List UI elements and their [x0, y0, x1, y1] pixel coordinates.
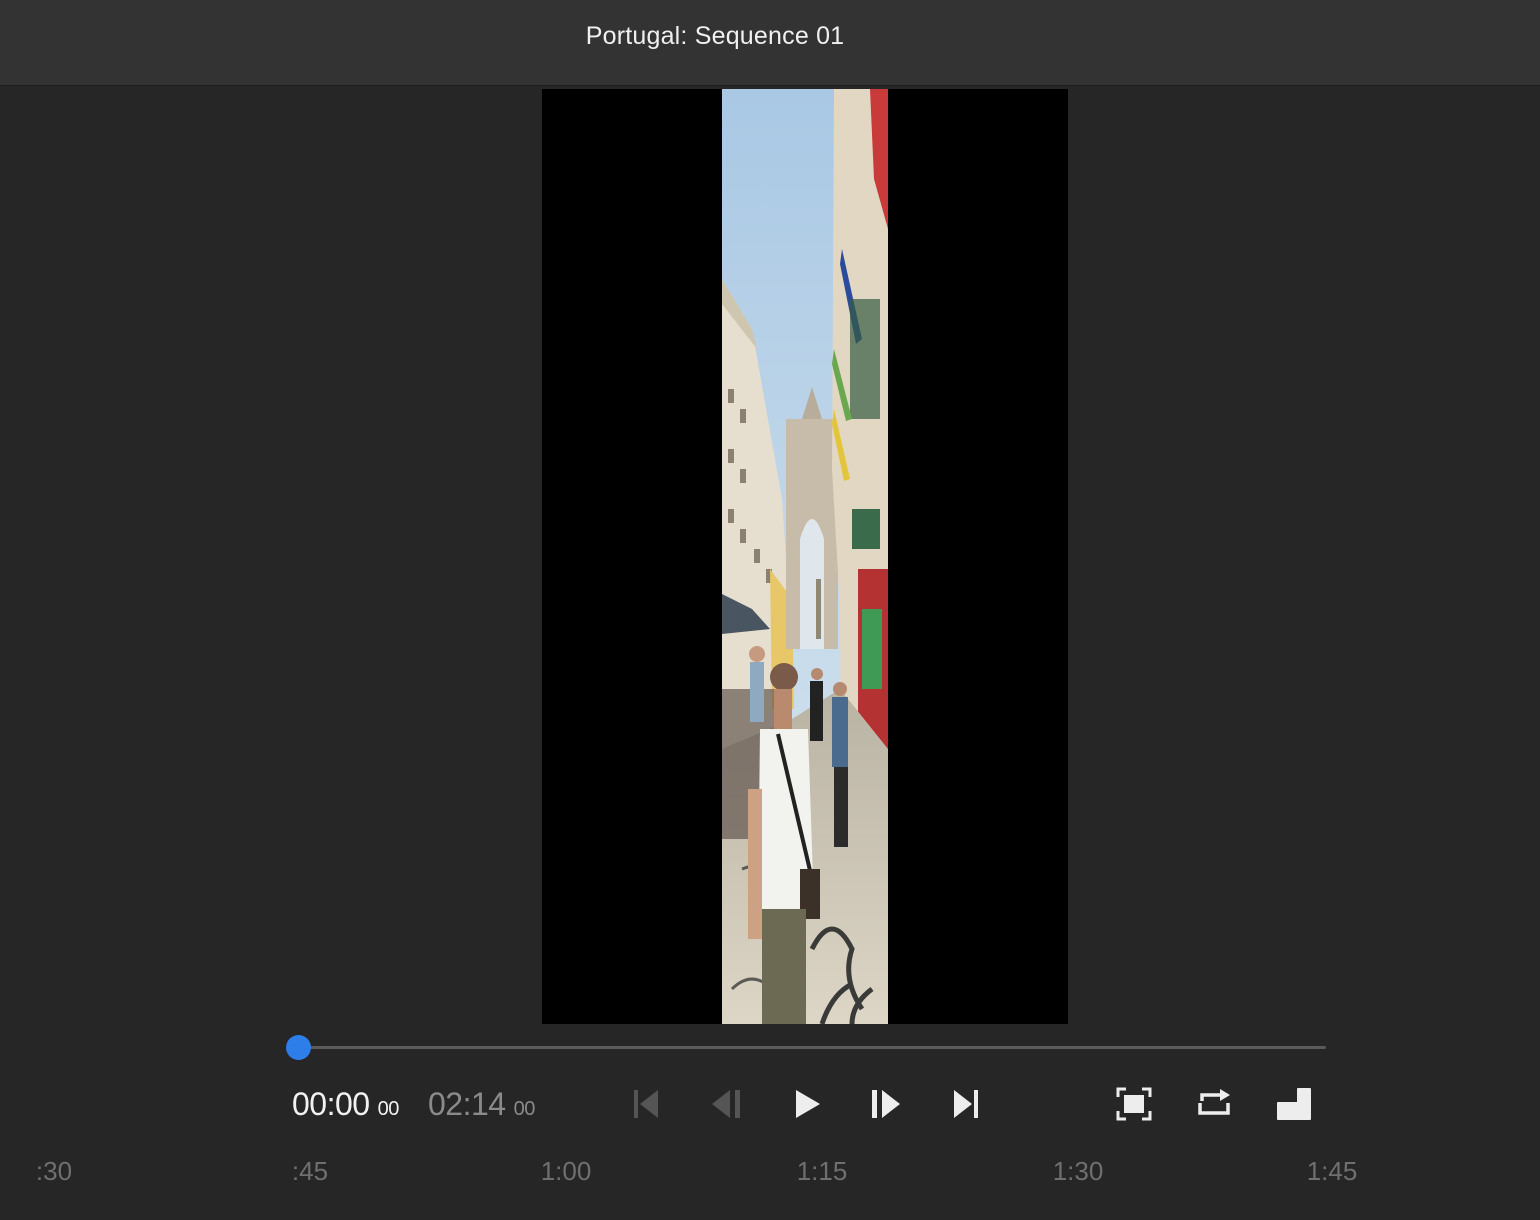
fit-frame-button[interactable]	[1114, 1084, 1154, 1124]
playhead-handle[interactable]	[285, 1035, 311, 1060]
play-button[interactable]	[786, 1084, 826, 1124]
export-frame-button[interactable]	[1274, 1084, 1314, 1124]
go-to-start-button[interactable]	[626, 1084, 666, 1124]
fit-frame-icon	[1116, 1087, 1152, 1121]
street-scene-image	[722, 89, 888, 1024]
duration-frames: 00	[513, 1098, 536, 1120]
export-frame-icon	[1277, 1088, 1311, 1120]
step-forward-button[interactable]	[866, 1084, 906, 1124]
program-monitor[interactable]	[542, 89, 1068, 1024]
step-forward-icon	[872, 1090, 900, 1118]
ruler-label: 1:30	[1052, 1156, 1104, 1186]
ruler-label: 1:45	[1306, 1156, 1358, 1186]
current-time: 00:00	[292, 1086, 370, 1122]
ruler-label: :45	[291, 1156, 329, 1186]
timeline-scrubber[interactable]	[298, 1046, 1326, 1049]
ruler-label: 1:00	[540, 1156, 592, 1186]
play-icon	[796, 1090, 820, 1118]
loop-icon	[1198, 1089, 1230, 1115]
go-to-end-button[interactable]	[946, 1084, 986, 1124]
ruler-label: :30	[35, 1156, 73, 1186]
skip-to-end-icon	[954, 1090, 978, 1118]
window-title: Portugal: Sequence 01	[585, 22, 845, 50]
current-frames: 00	[377, 1098, 400, 1120]
title-bar: Portugal: Sequence 01	[0, 0, 1540, 86]
duration-timecode: 02:14 00	[428, 1086, 535, 1123]
current-timecode[interactable]: 00:00 00	[292, 1086, 399, 1123]
skip-to-start-icon	[634, 1090, 658, 1118]
video-frame	[722, 89, 888, 1024]
duration-time: 02:14	[428, 1086, 506, 1122]
step-back-icon	[712, 1090, 740, 1118]
step-back-button[interactable]	[706, 1084, 746, 1124]
loop-button[interactable]	[1194, 1084, 1234, 1124]
ruler-label: 1:15	[796, 1156, 848, 1186]
